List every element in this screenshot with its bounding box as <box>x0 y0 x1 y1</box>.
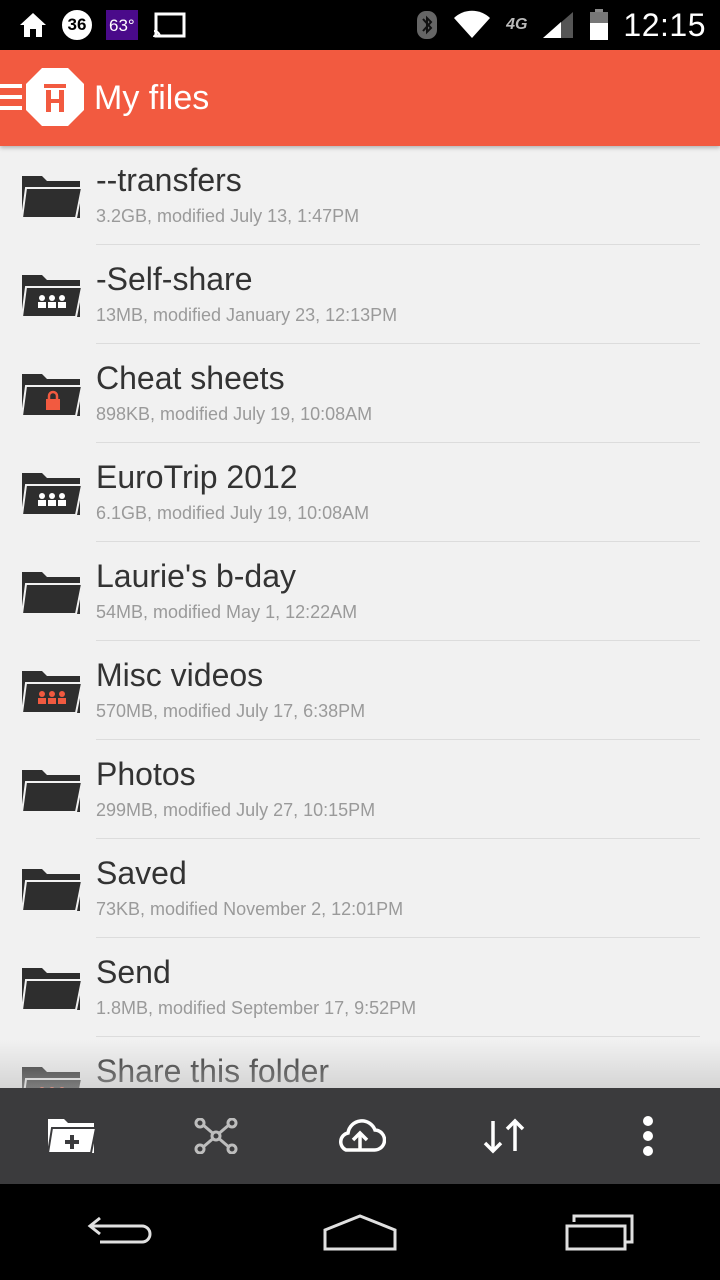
file-meta: 1.8MB, modified September 17, 9:52PM <box>96 998 417 1018</box>
file-name: Photos <box>96 756 196 792</box>
shared-folder-icon <box>20 275 84 318</box>
list-item[interactable]: Cheat sheets 898KB, modified July 19, 10… <box>0 344 720 443</box>
home-button[interactable] <box>300 1184 420 1280</box>
app-logo[interactable] <box>24 66 86 128</box>
home-status-icon <box>20 13 46 37</box>
folder-icon <box>20 176 84 219</box>
cloud-upload-icon <box>339 1119 386 1152</box>
list-item[interactable]: -Self-share 13MB, modified January 23, 1… <box>0 245 720 344</box>
file-meta: 13MB, modified January 23, 12:13PM <box>96 305 398 325</box>
file-meta: 73KB, modified November 2, 12:01PM <box>96 899 404 919</box>
screen: 36 63° 4G 12:15 My files --transfers 3.2… <box>0 0 720 1280</box>
list-item[interactable]: Photos 299MB, modified July 27, 10:15PM <box>0 740 720 839</box>
file-meta: 6.1GB, modified July 19, 10:08AM <box>96 503 370 523</box>
network-button[interactable] <box>168 1088 264 1184</box>
network-icon <box>194 1118 238 1154</box>
folder-icon <box>20 869 84 912</box>
file-name: EuroTrip 2012 <box>96 459 298 495</box>
list-item[interactable]: EuroTrip 2012 6.1GB, modified July 19, 1… <box>0 443 720 542</box>
locked-folder-icon <box>20 374 84 417</box>
folder-icon <box>20 572 84 615</box>
back-button[interactable] <box>60 1184 180 1280</box>
bluetooth-icon <box>417 11 438 39</box>
sort-icon <box>483 1118 525 1154</box>
new-folder-icon <box>46 1119 98 1154</box>
file-name: Share this folder <box>96 1053 330 1088</box>
list-item[interactable]: Saved 73KB, modified November 2, 12:01PM <box>0 839 720 938</box>
list-item[interactable]: --transfers 3.2GB, modified July 13, 1:4… <box>0 146 720 245</box>
sort-button[interactable] <box>456 1088 552 1184</box>
list-item[interactable]: Send 1.8MB, modified September 17, 9:52P… <box>0 938 720 1037</box>
list-item[interactable]: Misc videos 570MB, modified July 17, 6:3… <box>0 641 720 740</box>
file-name: Cheat sheets <box>96 360 285 396</box>
signal-icon <box>543 12 574 38</box>
upload-button[interactable] <box>312 1088 408 1184</box>
folder-icon <box>20 770 84 813</box>
file-meta: 54MB, modified May 1, 12:22AM <box>96 602 358 622</box>
wifi-icon <box>454 10 491 39</box>
back-icon <box>87 1216 152 1244</box>
page-title: My files <box>94 79 210 117</box>
file-name: --transfers <box>96 162 242 198</box>
network-type-label: 4G <box>506 16 528 33</box>
clock: 12:15 <box>623 6 706 43</box>
system-nav-bar <box>0 1184 720 1280</box>
new-folder-button[interactable] <box>24 1088 120 1184</box>
more-options-icon <box>643 1116 653 1156</box>
file-meta: 3.2GB, modified July 13, 1:47PM <box>96 206 360 226</box>
recent-apps-icon <box>565 1214 634 1251</box>
file-name: Misc videos <box>96 657 264 693</box>
file-meta: 570MB, modified July 17, 6:38PM <box>96 701 366 721</box>
cast-icon <box>152 12 186 38</box>
file-meta: 898KB, modified July 19, 10:08AM <box>96 404 373 424</box>
shared-folder-icon <box>20 473 84 516</box>
file-name: Laurie's b-day <box>96 558 296 594</box>
temperature-badge: 63° <box>106 10 138 40</box>
more-options-button[interactable] <box>600 1088 696 1184</box>
home-icon <box>323 1214 397 1251</box>
shared-folder-icon <box>20 671 84 714</box>
file-list: --transfers 3.2GB, modified July 13, 1:4… <box>0 146 720 1088</box>
battery-icon <box>590 9 609 40</box>
recent-apps-button[interactable] <box>540 1184 660 1280</box>
shared-folder-icon <box>22 1067 84 1088</box>
notification-count-badge: 36 <box>62 10 92 40</box>
bottom-toolbar <box>0 1088 720 1184</box>
file-meta: 299MB, modified July 27, 10:15PM <box>96 800 376 820</box>
menu-icon[interactable] <box>0 84 22 114</box>
list-item[interactable]: Laurie's b-day 54MB, modified May 1, 12:… <box>0 542 720 641</box>
list-item[interactable]: Share this folder <box>0 1037 720 1088</box>
status-bar: 36 63° 4G 12:15 <box>0 0 720 50</box>
file-name: Saved <box>96 855 187 891</box>
file-name: -Self-share <box>96 261 253 297</box>
folder-icon <box>20 968 84 1011</box>
file-name: Send <box>96 954 171 990</box>
app-bar: My files <box>0 50 720 146</box>
